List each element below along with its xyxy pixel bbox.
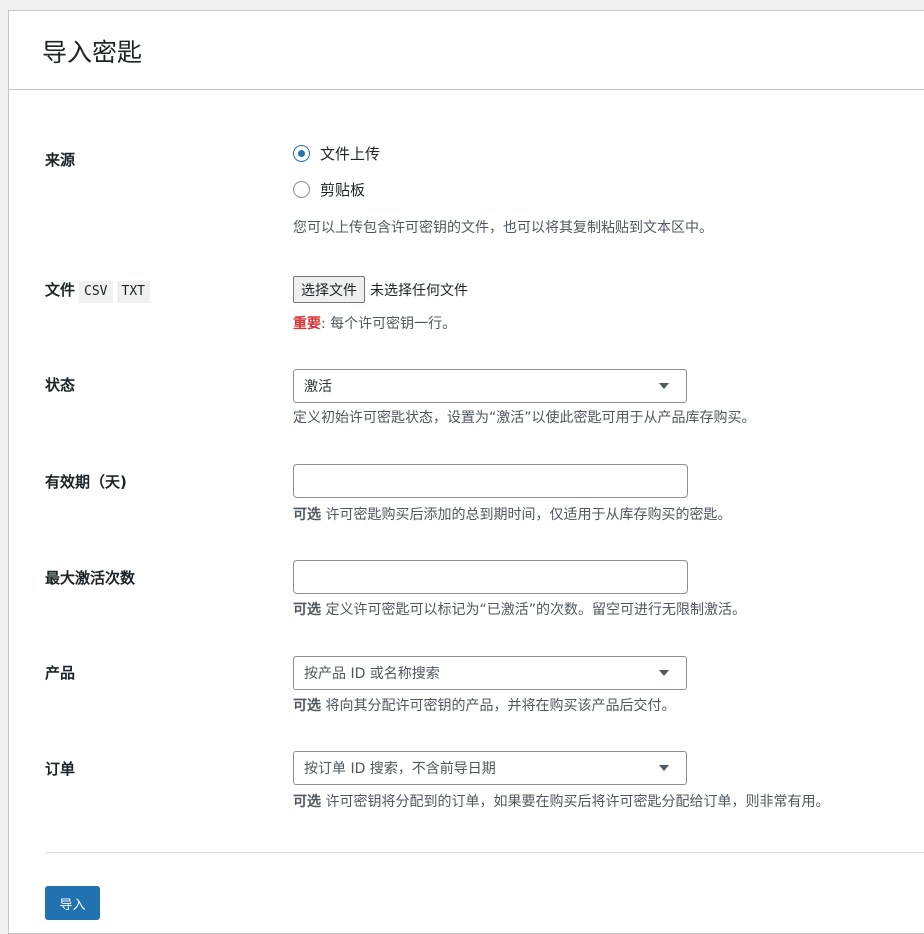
optional-label: 可选: [293, 602, 321, 618]
validity-input[interactable]: [293, 464, 688, 498]
max-activations-description: 可选 定义许可密匙可以标记为“已激活”的次数。留空可进行无限制激活。: [293, 600, 746, 620]
chevron-down-icon: [659, 383, 669, 389]
file-picker: 选择文件 未选择任何文件: [293, 276, 468, 303]
order-select-placeholder: 按订单 ID 搜索，不含前导日期: [304, 761, 496, 777]
validity-label: 有效期（天): [45, 473, 127, 491]
status-description: 定义初始许可密匙状态，设置为“激活”以使此密匙可用于从产品库存购买。: [293, 410, 756, 426]
optional-label: 可选: [293, 507, 321, 523]
radio-clipboard-label[interactable]: 剪贴板: [320, 179, 365, 200]
page-title: 导入密匙: [42, 38, 143, 67]
product-select[interactable]: 按产品 ID 或名称搜索: [293, 656, 687, 690]
status-select[interactable]: 激活: [293, 369, 687, 403]
file-note: 重要: 每个许可密钥一行。: [293, 314, 456, 334]
file-label: 文件: [45, 281, 76, 299]
validity-description-text: 许可密匙购买后添加的总到期时间，仅适用于从库存购买的密匙。: [321, 507, 732, 523]
order-label: 订单: [45, 760, 76, 778]
status-label: 状态: [45, 376, 76, 394]
product-description-text: 将向其分配许可密钥的产品，并将在购买该产品后交付。: [321, 698, 676, 714]
import-keys-panel: 导入密匙 来源 文件上传 剪贴板 您可以上传包含许可密钥的文件，也可以将其复制粘…: [8, 10, 924, 934]
source-description: 您可以上传包含许可密钥的文件，也可以将其复制粘贴到文本区中。: [293, 220, 713, 236]
important-label: 重要: [293, 316, 321, 332]
product-label: 产品: [45, 664, 76, 682]
file-note-text: : 每个许可密钥一行。: [321, 316, 457, 332]
divider: [45, 852, 924, 853]
product-description: 可选 将向其分配许可密钥的产品，并将在购买该产品后交付。: [293, 696, 675, 716]
max-activations-description-text: 定义许可密匙可以标记为“已激活”的次数。留空可进行无限制激活。: [321, 602, 746, 618]
order-description: 可选 许可密钥将分配到的订单，如果要在购买后将许可密匙分配给订单，则非常有用。: [293, 792, 829, 812]
radio-file-upload-label[interactable]: 文件上传: [320, 143, 380, 164]
radio-file-upload[interactable]: 文件上传: [293, 142, 380, 164]
order-select[interactable]: 按订单 ID 搜索，不含前导日期: [293, 751, 687, 785]
radio-clipboard[interactable]: 剪贴板: [293, 178, 365, 200]
radio-clipboard-control[interactable]: [293, 180, 310, 198]
status-select-value: 激活: [304, 379, 332, 395]
chevron-down-icon: [659, 765, 669, 771]
optional-label: 可选: [293, 794, 321, 810]
file-status: 未选择任何文件: [370, 282, 468, 299]
csv-badge: CSV: [79, 281, 113, 303]
max-activations-input[interactable]: [293, 560, 688, 594]
file-label-row: 文件 CSV TXT: [45, 279, 150, 303]
validity-description: 可选 许可密匙购买后添加的总到期时间，仅适用于从库存购买的密匙。: [293, 505, 731, 525]
txt-badge: TXT: [116, 281, 150, 303]
product-select-placeholder: 按产品 ID 或名称搜索: [304, 666, 440, 682]
radio-file-upload-control[interactable]: [293, 144, 310, 162]
panel-header: 导入密匙: [9, 11, 924, 90]
choose-file-button[interactable]: 选择文件: [293, 276, 365, 303]
chevron-down-icon: [659, 670, 669, 676]
optional-label: 可选: [293, 698, 321, 714]
order-description-text: 许可密钥将分配到的订单，如果要在购买后将许可密匙分配给订单，则非常有用。: [321, 794, 830, 810]
import-button[interactable]: 导入: [45, 886, 100, 920]
max-activations-label: 最大激活次数: [45, 569, 136, 587]
source-label: 来源: [45, 151, 76, 169]
